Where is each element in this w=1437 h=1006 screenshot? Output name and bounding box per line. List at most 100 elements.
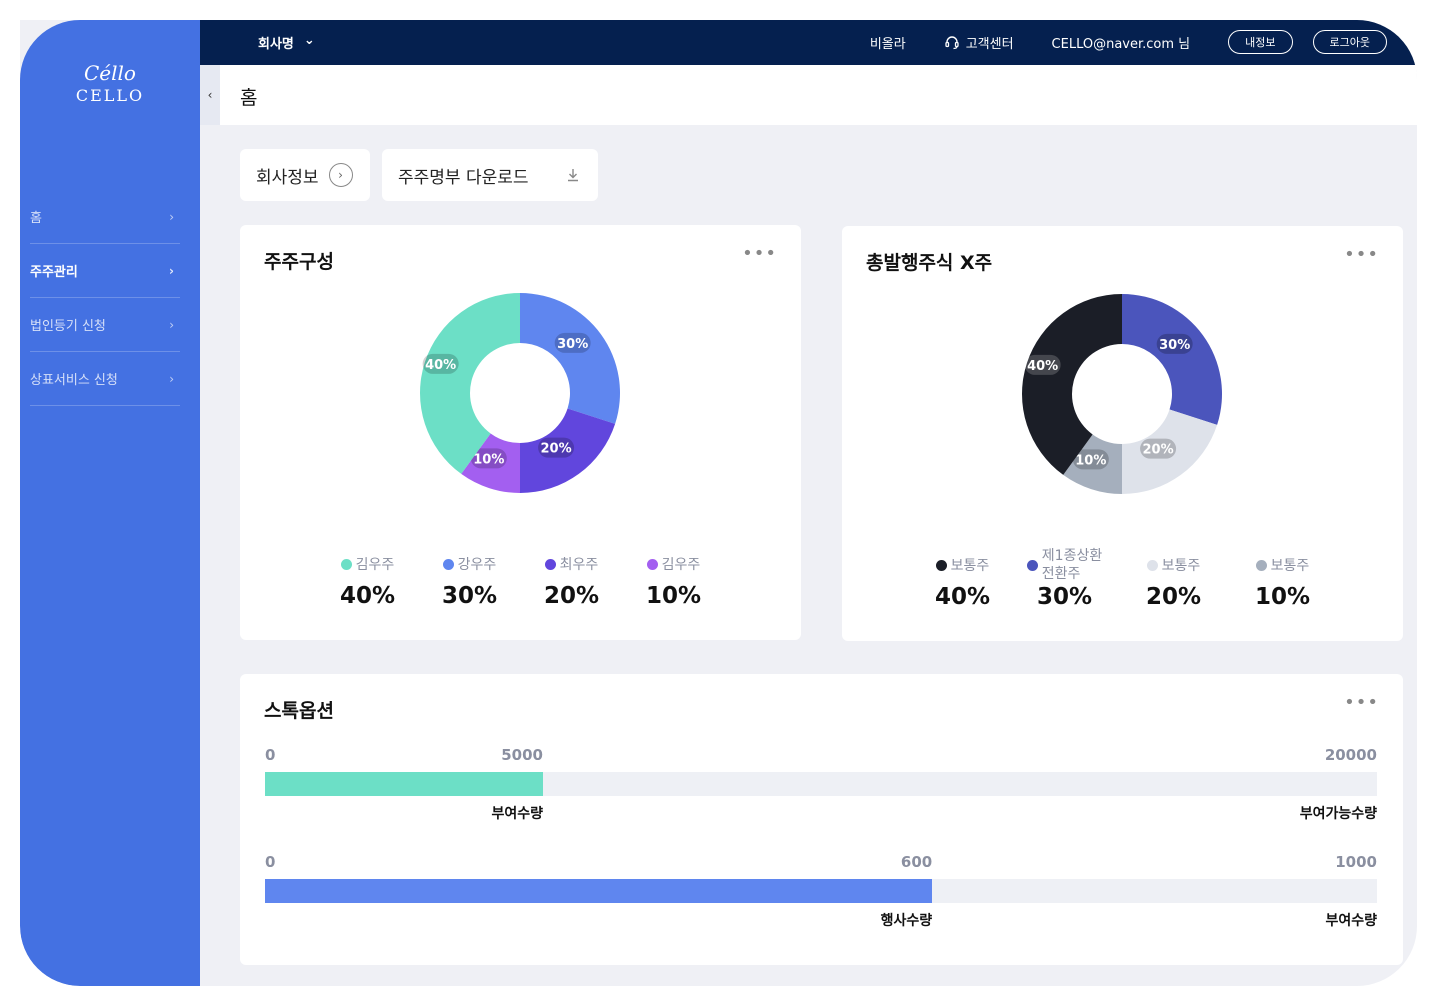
svg-text:20%: 20%	[541, 442, 572, 457]
legend: 김우주 40% 강우주 30% 최우주 20% 김우주 10%	[240, 547, 801, 609]
legend-item: 김우주 40%	[317, 547, 419, 609]
issued-shares-card: 총발행주식 X주 ••• 30% 20% 10% 40% 보통주 40% 제1종상환 …	[842, 226, 1403, 641]
legend-label: 김우주	[355, 557, 395, 573]
logo-mark: Céllo	[84, 61, 136, 85]
bar-scale: 0 5000 20000	[265, 746, 1377, 766]
more-icon[interactable]: •••	[1344, 692, 1379, 713]
legend-value: 40%	[934, 584, 991, 610]
chevron-right-icon: ›	[169, 371, 174, 386]
legend-label: 강우주	[457, 557, 497, 573]
legend-dot	[1026, 559, 1038, 571]
page-title: 홈	[240, 87, 258, 109]
tick-label: 20000	[1324, 746, 1377, 764]
legend-value: 30%	[1036, 584, 1093, 610]
svg-text:10%: 10%	[473, 452, 504, 467]
chevron-right-icon: ›	[169, 263, 174, 278]
slice-value-label: 30%	[1156, 333, 1193, 354]
my-info-button[interactable]: 내정보	[1228, 30, 1293, 54]
bar-fill	[265, 772, 543, 796]
stock-option-card: 스톡옵션 ••• 0 5000 20000 부여수량 부여가능수량 0 600 …	[240, 674, 1403, 965]
svg-text:40%: 40%	[425, 358, 456, 373]
max-label: 부여수량	[1325, 913, 1377, 929]
tick-label: 5000	[501, 746, 543, 764]
sidebar-item-trademark[interactable]: 상표서비스 신청 ›	[30, 352, 180, 406]
logo-text: CELLO	[75, 86, 145, 105]
company-selector[interactable]: 회사명 ⌄	[258, 33, 315, 52]
value-label: 행사수량	[880, 913, 933, 929]
more-icon[interactable]: •••	[742, 243, 777, 264]
legend-item: 김우주 10%	[623, 547, 725, 609]
shareholder-donut-chart: 30% 20% 10% 40%	[420, 293, 620, 493]
exercise-bar: 0 600 1000 행사수량 부여수량	[265, 853, 1377, 932]
legend-label: 보통주	[1161, 558, 1201, 574]
slice-value-label: 30%	[554, 332, 591, 353]
collapse-sidebar-button[interactable]: ‹	[200, 65, 220, 125]
bar-track	[265, 879, 1377, 903]
company-info-label: 회사정보	[256, 167, 319, 188]
card-title: 총발행주식 X주	[866, 252, 993, 274]
legend: 보통주 40% 제1종상환 전환주 30% 보통주 20% 보통주 10%	[842, 548, 1403, 610]
sidebar-item-registration[interactable]: 법인등기 신청 ›	[30, 298, 180, 352]
support-link[interactable]: 고객센터	[944, 33, 1014, 52]
chevron-left-icon: ‹	[207, 88, 213, 102]
card-title: 스톡옵션	[264, 700, 334, 722]
sidebar-item-shareholders[interactable]: 주주관리 ›	[30, 244, 180, 298]
page-header: ‹ 홈	[200, 65, 1417, 125]
sidebar-item-label: 법인등기 신청	[30, 319, 106, 334]
slice-value-label: 20%	[1140, 438, 1177, 459]
svg-text:20%: 20%	[1143, 443, 1174, 458]
legend-dot	[646, 558, 658, 570]
legend-dot	[340, 558, 352, 570]
donut-slice	[1122, 294, 1222, 425]
svg-text:10%: 10%	[1075, 453, 1106, 468]
legend-label: 최우주	[559, 557, 599, 573]
tick-label: 0	[265, 746, 276, 764]
company-info-button[interactable]: 회사정보 ›	[240, 149, 370, 201]
legend-value: 40%	[339, 583, 396, 609]
bar-labels: 행사수량 부여수량	[265, 910, 1377, 932]
slice-value-label: 20%	[538, 437, 575, 458]
company-name: 회사명	[258, 37, 294, 52]
legend-dot	[1146, 559, 1158, 571]
download-register-button[interactable]: 주주명부 다운로드	[382, 149, 598, 201]
top-right: 비올라 고객센터 CELLO@naver.com 님 내정보 로그아웃	[870, 30, 1387, 54]
issued-shares-donut-chart: 30% 20% 10% 40%	[1022, 294, 1222, 494]
sidebar-nav: 홈 › 주주관리 › 법인등기 신청 › 상표서비스 신청 ›	[30, 190, 180, 406]
card-title: 주주구성	[264, 251, 334, 273]
legend-value: 20%	[1145, 584, 1202, 610]
account-buttons: 내정보 로그아웃	[1228, 30, 1387, 54]
logo[interactable]: Céllo CELLO	[20, 62, 200, 105]
logout-button[interactable]: 로그아웃	[1312, 30, 1387, 54]
legend-item: 보통주 10%	[1232, 548, 1334, 610]
sidebar-item-label: 상표서비스 신청	[30, 373, 118, 388]
sidebar-item-label: 주주관리	[30, 265, 78, 280]
legend-dot	[544, 558, 556, 570]
svg-text:40%: 40%	[1027, 359, 1058, 374]
user-email: CELLO@naver.com 님	[1051, 36, 1191, 52]
more-icon[interactable]: •••	[1344, 244, 1379, 265]
slice-value-label: 40%	[1024, 354, 1061, 375]
legend-label: 김우주	[661, 557, 701, 573]
chevron-right-icon: ›	[169, 209, 174, 224]
sidebar-item-label: 홈	[30, 211, 42, 226]
app-frame: Céllo CELLO 홈 › 주주관리 › 법인등기 신청 › 상표서비스 신…	[20, 20, 1417, 986]
bar-track	[265, 772, 1377, 796]
legend-label: 보통주	[950, 558, 990, 574]
bar-labels: 부여수량 부여가능수량	[265, 803, 1377, 825]
headset-icon	[945, 36, 959, 50]
value-label: 부여수량	[491, 806, 543, 822]
viola-link[interactable]: 비올라	[870, 33, 906, 52]
bar-fill	[265, 879, 933, 903]
support-label: 고객센터	[965, 36, 1014, 52]
sidebar-item-home[interactable]: 홈 ›	[30, 190, 180, 244]
tick-label: 1000	[1335, 853, 1377, 871]
max-label: 부여가능수량	[1299, 806, 1377, 822]
download-icon	[567, 169, 578, 182]
legend-item: 제1종상환 전환주 30%	[1014, 548, 1116, 610]
legend-value: 10%	[645, 583, 702, 609]
arrow-right-icon: ›	[328, 163, 353, 187]
legend-dot	[442, 558, 454, 570]
legend-dot	[1255, 559, 1267, 571]
grant-bar: 0 5000 20000 부여수량 부여가능수량	[265, 746, 1377, 825]
legend-item: 보통주 40%	[912, 548, 1014, 610]
